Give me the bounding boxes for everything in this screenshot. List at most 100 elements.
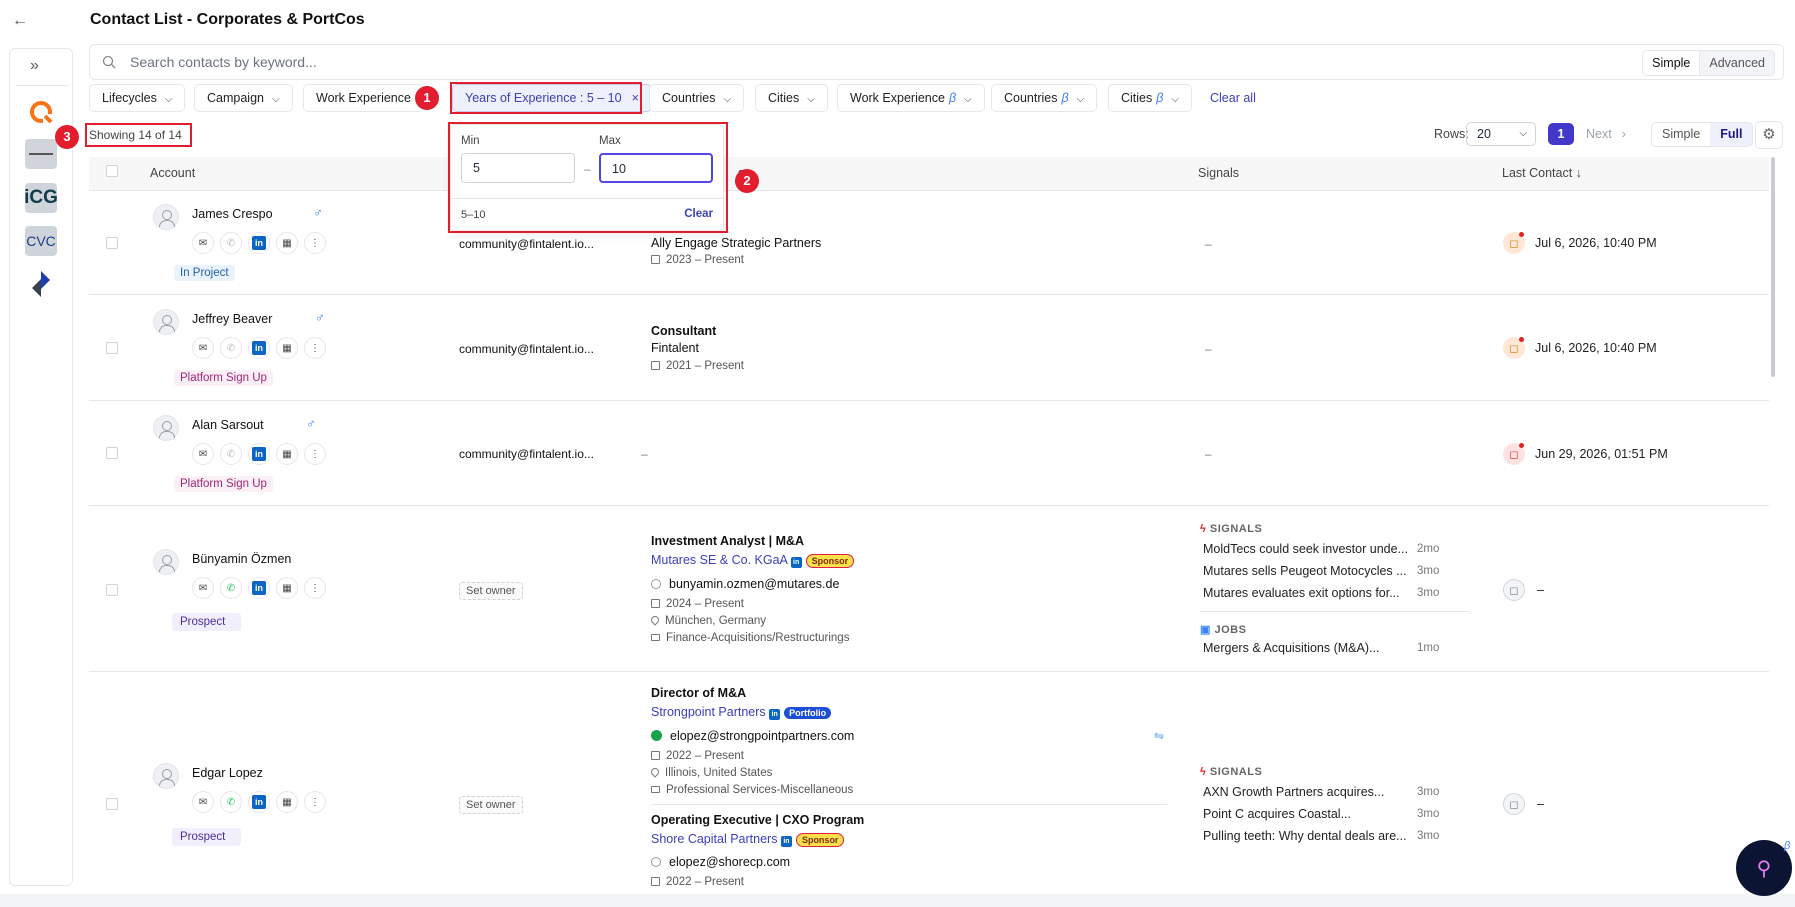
contact-name[interactable]: Bünyamin Özmen (192, 552, 291, 566)
chat-icon[interactable]: ◻ (1503, 793, 1525, 815)
chat-icon[interactable]: ◻ (1503, 443, 1525, 465)
gear-icon[interactable]: ⚙ (1755, 121, 1783, 149)
search-input[interactable] (130, 51, 730, 73)
back-arrow-icon[interactable]: ← (12, 8, 32, 34)
whatsapp-icon[interactable]: ✆ (220, 791, 242, 813)
sponsor-badge: Sponsor (795, 832, 845, 847)
whatsapp-icon[interactable]: ✆ (220, 337, 242, 359)
search-mode-simple[interactable]: Simple (1643, 51, 1701, 75)
more-icon[interactable]: ⋮ (304, 443, 326, 465)
calendar-icon[interactable]: ▦ (276, 337, 298, 359)
linkedin-icon[interactable]: in (790, 557, 802, 568)
filter-countries[interactable]: Countries ⌵ (649, 84, 745, 112)
filter-lifecycles[interactable]: Lifecycles ⌵ (89, 84, 186, 112)
view-full[interactable]: Full (1710, 123, 1753, 146)
email-text[interactable]: bunyamin.ozmen@mutares.de (669, 577, 839, 591)
clear-all-link[interactable]: Clear all (1210, 91, 1256, 105)
signal-item[interactable]: AXN Growth Partners acquires... (1203, 785, 1384, 799)
filter-label: Lifecycles (102, 91, 157, 105)
position-company-link[interactable]: Mutares SE & Co. KGaA in Sponsor (651, 553, 855, 568)
col-signals[interactable]: Signals (1198, 166, 1239, 180)
email-text[interactable]: elopez@shorecp.com (669, 855, 790, 869)
chat-icon[interactable]: ◻ (1503, 337, 1525, 359)
portco-logo-icon[interactable] (25, 139, 57, 169)
more-icon[interactable]: ⋮ (304, 577, 326, 599)
chat-icon[interactable]: ◻ (1503, 579, 1525, 601)
signals-empty: – (1205, 342, 1212, 356)
signal-age: 3mo (1417, 587, 1440, 599)
linkedin-icon[interactable]: in (769, 709, 781, 720)
linkedin-icon[interactable]: in (780, 836, 792, 847)
linkedin-icon[interactable]: in (248, 577, 270, 599)
next-page-button[interactable]: Next › (1586, 127, 1626, 141)
mail-icon[interactable]: ✉ (192, 337, 214, 359)
signal-item[interactable]: MoldTecs could seek investor unde... (1203, 542, 1408, 556)
email-text[interactable]: elopez@strongpointpartners.com (670, 729, 854, 743)
linkedin-icon[interactable]: in (248, 443, 270, 465)
mail-icon[interactable]: ✉ (192, 443, 214, 465)
cvc-logo-icon[interactable]: CVC (25, 226, 57, 256)
page-title: Contact List - Corporates & PortCos (90, 11, 365, 28)
row-checkbox[interactable] (106, 798, 118, 810)
col-last-contact[interactable]: Last Contact ↓ (1502, 166, 1582, 180)
contact-email[interactable]: community@fintalent.io... (459, 237, 594, 251)
contact-email[interactable]: community@fintalent.io... (459, 447, 594, 461)
row-checkbox[interactable] (106, 584, 118, 596)
filter-campaign[interactable]: Campaign ⌵ (194, 84, 293, 112)
linkedin-icon[interactable]: in (248, 337, 270, 359)
mail-icon[interactable]: ✉ (192, 577, 214, 599)
calendar-icon[interactable]: ▦ (276, 577, 298, 599)
view-simple[interactable]: Simple (1652, 123, 1710, 146)
whatsapp-icon[interactable]: ✆ (220, 232, 242, 254)
filter-countries-beta[interactable]: Countries β ⌵ (991, 84, 1098, 112)
more-icon[interactable]: ⋮ (304, 337, 326, 359)
filter-work-experience[interactable]: Work Experience (303, 84, 424, 112)
mail-icon[interactable]: ✉ (192, 791, 214, 813)
mail-icon[interactable]: ✉ (192, 232, 214, 254)
filter-work-experience-beta[interactable]: Work Experience β ⌵ (837, 84, 985, 112)
rows-select[interactable]: 20 ⌵ (1466, 122, 1536, 146)
more-icon[interactable]: ⋮ (304, 791, 326, 813)
page-1-button[interactable]: 1 (1548, 123, 1574, 145)
chat-icon[interactable]: ◻ (1503, 232, 1525, 254)
signal-item[interactable]: Point C acquires Coastal... (1203, 807, 1351, 821)
contact-email[interactable]: community@fintalent.io... (459, 342, 594, 356)
row-checkbox[interactable] (106, 237, 118, 249)
filter-cities-beta[interactable]: Cities β ⌵ (1108, 84, 1193, 112)
row-checkbox[interactable] (106, 447, 118, 459)
horizontal-scrollbar[interactable] (0, 894, 1795, 907)
position-company-link[interactable]: Strongpoint Partners in Portfolio (651, 705, 832, 720)
position-company-link-2[interactable]: Shore Capital Partners in Sponsor (651, 832, 845, 847)
calendar-icon[interactable]: ▦ (276, 791, 298, 813)
calendar-icon[interactable]: ▦ (276, 232, 298, 254)
set-owner-button[interactable]: Set owner (459, 582, 523, 600)
col-account[interactable]: Account (150, 166, 195, 180)
whatsapp-icon[interactable]: ✆ (220, 577, 242, 599)
contact-name[interactable]: James Crespo (192, 207, 273, 221)
icg-logo-icon[interactable]: iCG (24, 183, 58, 213)
link-icon[interactable]: ⇋ (1154, 729, 1164, 743)
whatsapp-icon[interactable]: ✆ (220, 443, 242, 465)
diamond-logo-icon[interactable] (25, 269, 57, 299)
app-logo-icon[interactable] (25, 97, 57, 127)
filter-cities[interactable]: Cities ⌵ (755, 84, 828, 112)
calendar-icon[interactable]: ▦ (276, 443, 298, 465)
last-contact: – (1537, 797, 1544, 811)
select-all-checkbox[interactable] (106, 165, 118, 177)
set-owner-button[interactable]: Set owner (459, 796, 523, 814)
row-checkbox[interactable] (106, 342, 118, 354)
signal-item[interactable]: Mutares evaluates exit options for... (1203, 586, 1400, 600)
search-mode-advanced[interactable]: Advanced (1700, 51, 1774, 75)
contact-name[interactable]: Jeffrey Beaver (192, 312, 272, 326)
scrollbar[interactable] (1771, 157, 1775, 377)
linkedin-icon[interactable]: in (248, 791, 270, 813)
linkedin-icon[interactable]: in (248, 232, 270, 254)
double-chevron-right-icon[interactable]: » (30, 57, 39, 75)
job-item[interactable]: Mergers & Acquisitions (M&A)... (1203, 641, 1379, 655)
signal-item[interactable]: Pulling teeth: Why dental deals are... (1203, 829, 1407, 843)
job-age: 1mo (1417, 642, 1440, 654)
signal-item[interactable]: Mutares sells Peugeot Motocycles ... (1203, 564, 1407, 578)
more-icon[interactable]: ⋮ (304, 232, 326, 254)
contact-name[interactable]: Alan Sarsout (192, 418, 264, 432)
contact-name[interactable]: Edgar Lopez (192, 766, 263, 780)
